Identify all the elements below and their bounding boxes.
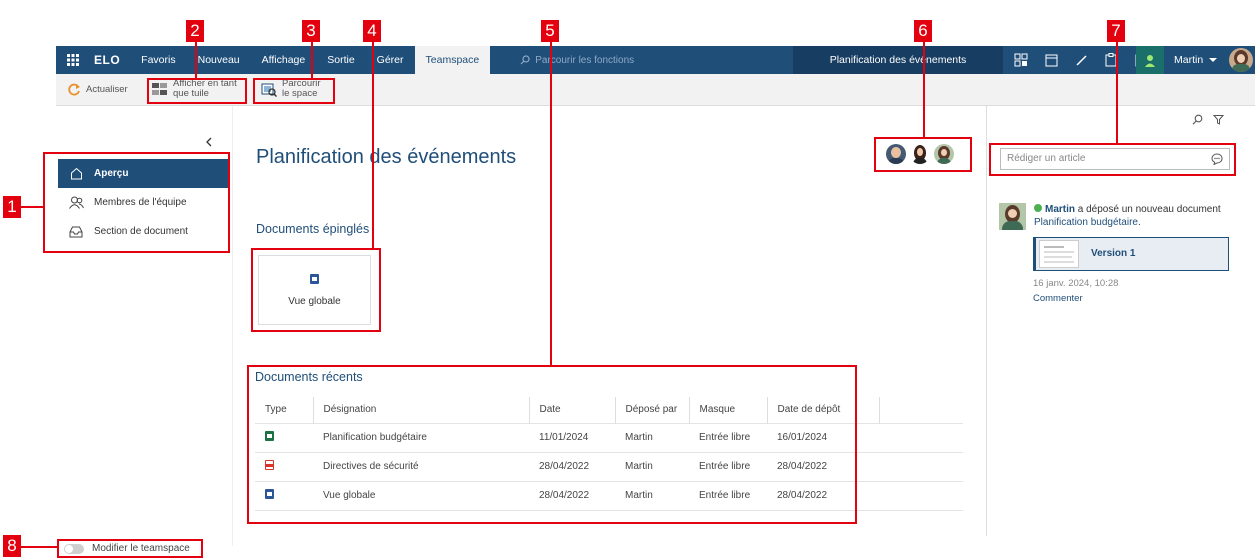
feed-action-period: . — [1137, 217, 1141, 228]
menu-sortie[interactable]: Sortie — [316, 46, 365, 74]
online-status-icon — [1034, 204, 1042, 212]
highlight-member-avatars — [874, 137, 972, 172]
callout-1: 1 — [3, 196, 21, 218]
document-thumbnail — [1039, 240, 1079, 268]
refresh-button[interactable]: Actualiser — [68, 83, 128, 96]
callout-8: 8 — [3, 535, 21, 557]
menu-teamspace[interactable]: Teamspace — [414, 46, 491, 74]
callout-8-line — [21, 546, 57, 548]
highlight-tile-view — [147, 78, 247, 104]
feed-action-text: a déposé un nouveau document — [1075, 204, 1221, 215]
sidebar-collapse-icon[interactable] — [205, 137, 212, 150]
user-status-icon — [1136, 46, 1164, 74]
highlight-edit-toggle — [57, 539, 203, 558]
highlight-pinned-documents — [251, 248, 381, 332]
callout-6: 6 — [914, 20, 932, 42]
callout-4: 4 — [363, 20, 381, 42]
callout-4-line — [372, 42, 374, 250]
highlight-browse-space — [253, 78, 335, 104]
version-label: Version 1 — [1091, 248, 1136, 259]
user-name: Martin — [1174, 54, 1204, 66]
grid-view-icon[interactable] — [1006, 46, 1036, 74]
highlight-sidebar-nav — [43, 152, 230, 253]
avatar[interactable] — [999, 203, 1026, 230]
callout-2: 2 — [186, 20, 204, 42]
feed-author[interactable]: Martin — [1045, 204, 1075, 215]
callout-5-line — [550, 42, 552, 365]
avatar[interactable] — [1229, 48, 1254, 72]
feed-search-icon[interactable] — [1192, 114, 1203, 128]
pen-icon[interactable] — [1066, 46, 1096, 74]
highlight-article-input — [989, 143, 1236, 176]
feed-document-link[interactable]: Planification budgétaire — [1034, 217, 1138, 228]
user-menu[interactable]: Martin — [1136, 46, 1255, 74]
menu-affichage[interactable]: Affichage — [251, 46, 317, 74]
callout-2-line — [195, 42, 197, 78]
main-divider — [232, 106, 233, 546]
callout-3-line — [311, 42, 313, 78]
menu-favoris[interactable]: Favoris — [130, 46, 186, 74]
feed-filter-icon[interactable] — [1212, 114, 1225, 128]
refresh-icon — [68, 83, 80, 96]
page-title: Planification des événements — [256, 146, 517, 168]
context-title: Planification des événements — [793, 46, 1003, 74]
clipboard-icon[interactable] — [1096, 46, 1126, 74]
callout-7-line — [1116, 42, 1118, 143]
callout-5: 5 — [541, 20, 559, 42]
callout-1-line — [21, 206, 43, 208]
feed-timestamp: 16 janv. 2024, 10:28 — [1033, 278, 1119, 289]
function-search[interactable]: Parcourir les fonctions — [490, 55, 790, 66]
version-card[interactable]: Version 1 — [1033, 237, 1229, 271]
callout-3: 3 — [302, 20, 320, 42]
elo-logo: ELO — [94, 53, 121, 67]
callout-7: 7 — [1107, 20, 1125, 42]
highlight-recent-documents — [247, 365, 857, 524]
pinned-documents-heading: Documents épinglés — [256, 222, 370, 236]
window-icon[interactable] — [1036, 46, 1066, 74]
refresh-label: Actualiser — [86, 83, 128, 95]
top-navigation-bar: ELO Favoris Nouveau Affichage Sortie Gér… — [56, 46, 1255, 74]
app-grid-icon[interactable] — [56, 46, 90, 74]
column-header-filler — [879, 397, 963, 423]
chevron-down-icon — [1209, 58, 1218, 62]
search-icon — [520, 55, 530, 65]
feed-entry: Martin a déposé un nouveau document Plan… — [999, 201, 1239, 311]
comment-link[interactable]: Commenter — [1033, 293, 1083, 304]
callout-6-line — [923, 42, 925, 137]
